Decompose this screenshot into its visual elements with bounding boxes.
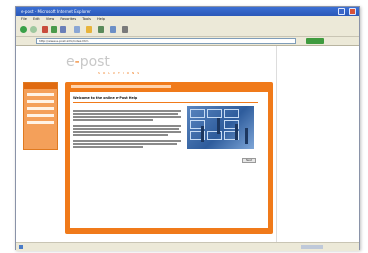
menu-file[interactable]: File	[21, 17, 27, 21]
text-line	[73, 128, 179, 130]
menu-view[interactable]: View	[46, 17, 54, 21]
next-button[interactable]: Next	[242, 158, 256, 163]
person-figure	[235, 124, 238, 140]
window-title: e-post - Microsoft Internet Explorer	[21, 9, 91, 14]
go-button[interactable]	[306, 38, 324, 44]
close-button[interactable]	[349, 8, 356, 15]
back-icon[interactable]	[20, 26, 27, 33]
address-bar: http://www.e-post.info/index.htm	[16, 37, 359, 46]
menu-help[interactable]: Help	[97, 17, 105, 21]
favorites-icon[interactable]	[86, 26, 92, 33]
minimize-button[interactable]	[338, 8, 345, 15]
print-icon[interactable]	[122, 26, 128, 33]
side-nav-item[interactable]	[27, 100, 54, 103]
menu-bar: File Edit View Favorites Tools Help	[16, 16, 359, 23]
window-pane	[190, 109, 205, 118]
side-nav-header	[24, 83, 57, 89]
text-line	[73, 113, 178, 115]
window-pane	[224, 109, 239, 118]
web-content: e-post SOLUTIONS Welcome to the online e…	[16, 46, 359, 242]
text-line	[73, 119, 153, 121]
text-line	[73, 131, 181, 133]
search-icon[interactable]	[74, 26, 80, 33]
web-page: e-post SOLUTIONS Welcome to the online e…	[18, 46, 276, 242]
home-icon[interactable]	[60, 26, 66, 33]
toolbar	[16, 23, 359, 37]
history-icon[interactable]	[98, 26, 104, 33]
forward-icon[interactable]	[30, 26, 37, 33]
title-divider	[73, 102, 258, 103]
address-field[interactable]: http://www.e-post.info/index.htm	[36, 38, 296, 44]
menu-tools[interactable]: Tools	[82, 17, 91, 21]
text-line	[73, 134, 168, 136]
menu-edit[interactable]: Edit	[33, 17, 40, 21]
side-nav	[23, 82, 58, 150]
refresh-icon[interactable]	[51, 26, 57, 33]
status-bar	[16, 242, 359, 251]
people-photo	[187, 106, 254, 149]
content-box: Welcome to the online e-Post Help Next	[70, 92, 268, 228]
site-logo: e-post	[66, 54, 110, 70]
text-line	[73, 110, 181, 112]
page-background	[276, 46, 357, 242]
panel-header-bar	[71, 85, 171, 88]
person-figure	[217, 118, 220, 134]
text-line	[73, 116, 181, 118]
menu-favorites[interactable]: Favorites	[60, 17, 76, 21]
text-line	[73, 125, 181, 127]
text-line	[73, 140, 181, 142]
side-nav-item[interactable]	[27, 114, 54, 117]
text-line	[73, 146, 143, 148]
side-nav-item[interactable]	[27, 121, 54, 124]
content-panel: Welcome to the online e-Post Help Next	[65, 82, 273, 234]
side-nav-item[interactable]	[27, 107, 54, 110]
site-tagline: SOLUTIONS	[98, 71, 143, 75]
title-bar[interactable]: e-post - Microsoft Internet Explorer	[16, 7, 359, 16]
content-title: Welcome to the online e-Post Help	[73, 96, 138, 100]
person-figure	[245, 128, 248, 144]
window-pane	[207, 109, 222, 118]
browser-window: e-post - Microsoft Internet Explorer Fil…	[15, 6, 360, 251]
security-zone	[301, 245, 323, 249]
side-nav-item[interactable]	[27, 93, 54, 96]
person-figure	[201, 126, 204, 142]
text-line	[73, 143, 177, 145]
page-icon	[19, 245, 23, 249]
stop-icon[interactable]	[42, 26, 48, 33]
mail-icon[interactable]	[110, 26, 116, 33]
